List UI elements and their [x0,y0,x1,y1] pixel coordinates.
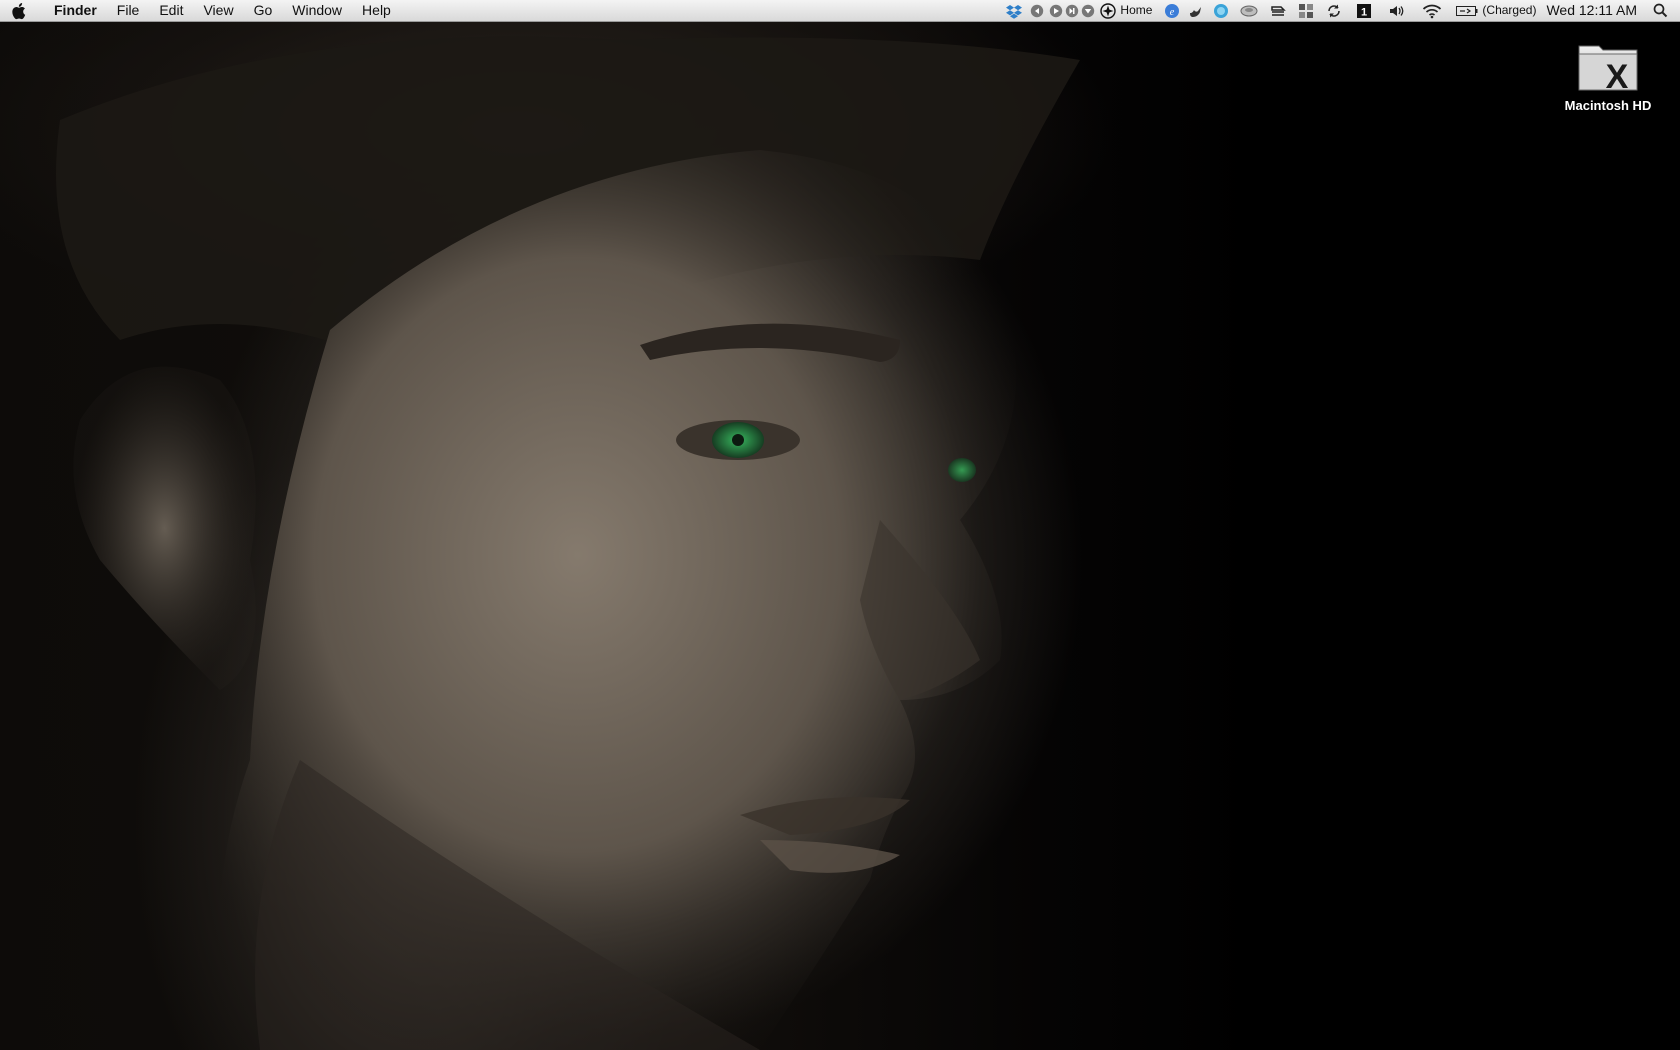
calendar-icon[interactable]: 1 [1348,0,1380,21]
menu-file[interactable]: File [107,0,150,21]
wallpaper-portrait [56,36,1080,1050]
media-menu-icon[interactable] [1080,0,1096,21]
battery-status-text[interactable]: (Charged) [1480,0,1538,21]
wifi-icon[interactable] [1414,0,1450,21]
volume-icon[interactable] [1380,0,1414,21]
battery-icon[interactable] [1450,0,1480,21]
desktop: Finder File Edit View Go Window Help Hom… [0,0,1680,1050]
menu-bar-clock[interactable]: Wed 12:11 AM [1538,0,1647,21]
desktop-icon-macintosh-hd[interactable]: X Macintosh HD [1548,40,1668,113]
bird-icon[interactable] [1184,0,1208,21]
menu-go[interactable]: Go [244,0,283,21]
wallpaper [0,0,1680,1050]
dropbox-icon[interactable] [1002,0,1026,21]
svg-text:X: X [1606,58,1629,96]
chat-icon[interactable] [1208,0,1234,21]
menu-app-finder[interactable]: Finder [40,0,107,21]
home-label[interactable]: Home [1118,0,1154,21]
menu-bar-status-area: Home e 1 (Charged) Wed 12:11 AM [1002,0,1672,21]
sync-icon[interactable] [1320,0,1348,21]
scanner-icon[interactable] [1264,0,1292,21]
desktop-icon-label: Macintosh HD [1564,98,1652,113]
svg-text:1: 1 [1361,6,1367,18]
menu-window[interactable]: Window [282,0,352,21]
media-next-icon[interactable] [1064,0,1080,21]
grid-icon[interactable] [1292,0,1320,21]
media-play-icon[interactable] [1048,0,1064,21]
menu-view[interactable]: View [193,0,243,21]
drive-icon[interactable] [1234,0,1264,21]
menu-bar-left: Finder File Edit View Go Window Help [0,0,401,21]
compass-icon[interactable] [1096,0,1118,21]
spotlight-icon[interactable] [1647,0,1672,21]
ie-icon[interactable]: e [1154,0,1184,21]
menu-edit[interactable]: Edit [149,0,193,21]
menu-bar: Finder File Edit View Go Window Help Hom… [0,0,1680,22]
hard-drive-icon: X [1573,40,1643,96]
media-previous-icon[interactable] [1026,0,1048,21]
apple-menu-icon[interactable] [0,0,40,21]
svg-text:e: e [1170,7,1175,18]
menu-help[interactable]: Help [352,0,401,21]
